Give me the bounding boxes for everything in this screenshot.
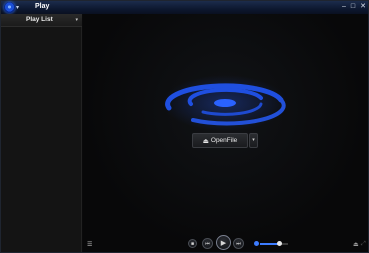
- next-button[interactable]: ⏭: [233, 238, 244, 249]
- play-button[interactable]: ▶: [216, 235, 231, 250]
- fullscreen-icon[interactable]: ⤢: [361, 241, 366, 248]
- play-icon: ▶: [220, 239, 227, 247]
- disc-logo-icon: [163, 75, 287, 131]
- open-file-dropdown-button[interactable]: ▾: [249, 133, 258, 148]
- app-logo-icon[interactable]: [4, 2, 15, 13]
- playlist-toggle-icon[interactable]: ☰: [87, 241, 92, 248]
- previous-button[interactable]: ⏮: [202, 238, 213, 249]
- player-window: ▾ Play – □ ✕ Play List ▾ ⏏ OpenFile ▾ ☰ …: [0, 0, 369, 253]
- open-file-label: OpenFile: [210, 137, 238, 144]
- playlist-panel: Play List ▾: [1, 14, 82, 252]
- app-title: Play: [35, 3, 50, 10]
- stop-button[interactable]: ■: [188, 239, 197, 248]
- title-bar[interactable]: ▾ Play – □ ✕: [1, 1, 368, 14]
- minimize-button[interactable]: –: [340, 3, 348, 11]
- playlist-header[interactable]: Play List ▾: [1, 14, 82, 27]
- playlist-title: Play List: [26, 16, 53, 23]
- stop-icon: ■: [190, 240, 195, 247]
- video-area[interactable]: ⏏ OpenFile ▾ ☰ ■ ⏮ ▶ ⏭ ⏏ ⤢: [83, 14, 368, 252]
- close-button[interactable]: ✕: [359, 3, 367, 11]
- eject-button-icon[interactable]: ⏏: [353, 241, 359, 248]
- chevron-down-icon[interactable]: ▾: [16, 4, 19, 11]
- volume-icon[interactable]: [254, 241, 259, 246]
- previous-icon: ⏮: [205, 240, 210, 247]
- volume-slider[interactable]: [260, 241, 288, 246]
- playlist-menu-caret-icon[interactable]: ▾: [75, 17, 78, 23]
- maximize-button[interactable]: □: [349, 3, 357, 11]
- next-icon: ⏭: [236, 240, 241, 247]
- volume-thumb[interactable]: [276, 241, 282, 246]
- open-file-button[interactable]: ⏏ OpenFile: [192, 133, 248, 148]
- eject-icon: ⏏: [202, 137, 209, 145]
